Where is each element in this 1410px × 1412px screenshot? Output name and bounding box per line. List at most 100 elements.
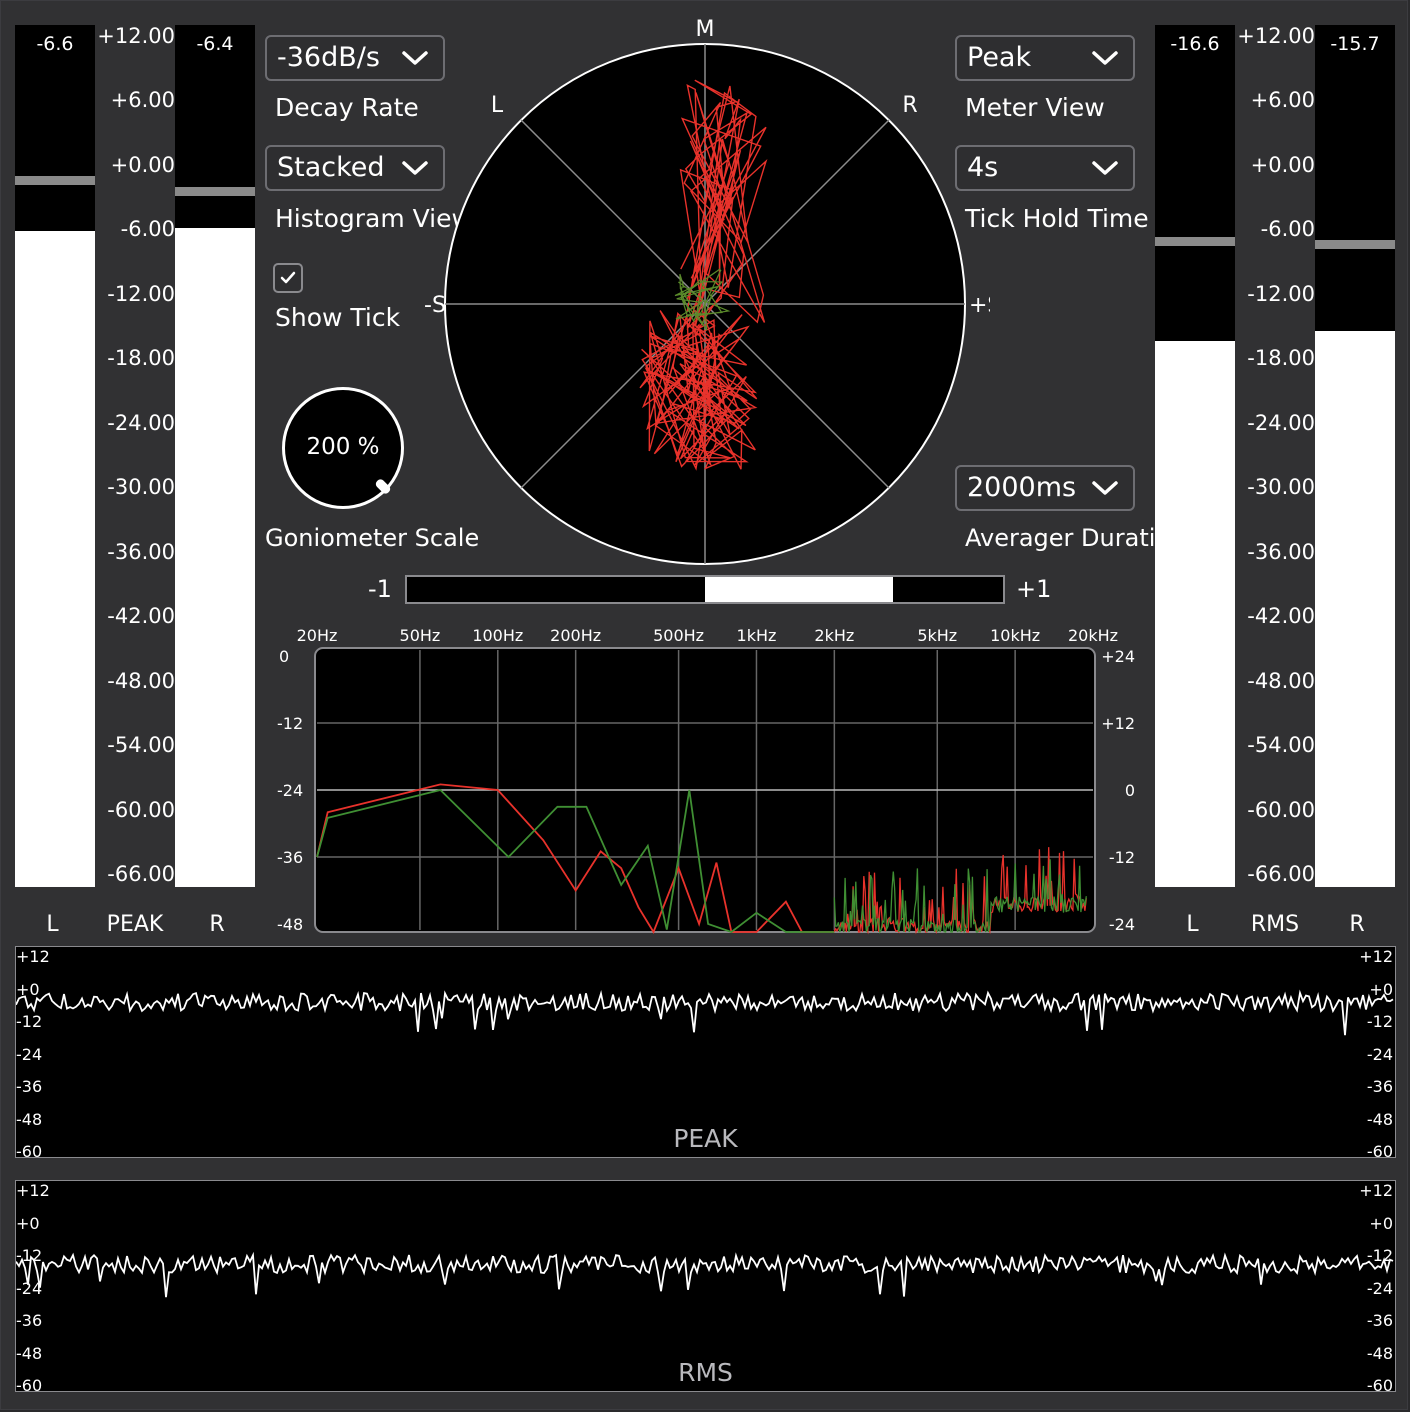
peak-meter-right-value: -6.4: [196, 33, 234, 55]
goniometer-label-pos-s: +S: [969, 293, 990, 318]
scale-tick-label: -30.00: [107, 475, 175, 500]
history-axis-label-left: -24: [16, 1278, 43, 1298]
spectrum-freq-label: 500Hz: [653, 626, 704, 645]
history-axis-label-right: -24: [1366, 1278, 1393, 1298]
history-axis-label-left: -36: [16, 1311, 43, 1330]
rms-meter-scale: +12.00 +6.00 +0.00 -6.00 -12.00 -18.00 -24.00 -…: [1235, 24, 1315, 887]
peak-meter-right-hold-tick: [175, 186, 255, 196]
history-axis-label-left: -12: [16, 1246, 43, 1265]
tick-hold-time-label: Tick Hold Time: [965, 204, 1149, 233]
history-axis-label-right: +0: [1369, 1213, 1393, 1233]
show-tick-label: Show Tick: [275, 303, 401, 332]
rms-meter-left-fill: [1155, 341, 1235, 887]
histogram-view-dropdown[interactable]: Stacked: [265, 145, 445, 191]
correlation-meter-fill: [705, 577, 893, 602]
peak-right-channel-label: R: [209, 912, 225, 937]
spectrum-freq-label: 2kHz: [814, 626, 854, 645]
spectrum-left-axis-label: -48: [277, 915, 303, 934]
history-axis-label-left: +12: [16, 1181, 50, 1200]
history-axis-label-left: -36: [16, 1077, 43, 1096]
history-axis-label-left: -12: [16, 1012, 43, 1031]
decay-rate-value: -36dB/s: [277, 42, 380, 73]
history-axis-label-right: -24: [1366, 1044, 1393, 1064]
peak-meter-scale: +12.00 +6.00 +0.00 -6.00 -12.00 -18.00 -24.00 -…: [95, 24, 175, 887]
spectrum-freq-label: 10kHz: [990, 626, 1040, 645]
scale-tick-label: -48.00: [107, 668, 175, 693]
scale-tick-label: -66.00: [1247, 862, 1315, 886]
peak-meter-left-fill: [15, 230, 95, 887]
scale-tick-label: +0.00: [110, 152, 175, 177]
scale-tick-label: -12.00: [107, 281, 175, 306]
spectrum-freq-label: 20kHz: [1068, 626, 1118, 645]
rms-history-title: RMS: [678, 1358, 733, 1387]
scale-tick-label: +12.00: [97, 24, 175, 48]
scale-tick-label: +6.00: [110, 88, 175, 113]
rms-left-channel-label: L: [1186, 912, 1199, 937]
spectrum-freq-label: 5kHz: [917, 626, 957, 645]
goniometer-label-r: R: [902, 93, 917, 118]
show-tick-checkbox[interactable]: [273, 263, 303, 293]
scale-tick-label: -54.00: [1247, 733, 1315, 758]
spectrum-freq-label: 100Hz: [472, 626, 523, 645]
spectrum-right-axis-label: +12: [1101, 714, 1135, 733]
peak-meter-right-fill: [175, 228, 255, 887]
goniometer-label-neg-s: -S: [424, 293, 446, 318]
history-trace-line: [16, 989, 1394, 1036]
peak-meter-left-value: -6.6: [36, 33, 74, 55]
spectrum-freq-label: 50Hz: [400, 626, 441, 645]
scale-tick-label: -60.00: [1247, 797, 1315, 822]
scale-tick-label: +0.00: [1250, 152, 1315, 177]
rms-meter-left-hold-tick: [1155, 236, 1235, 246]
correlation-max-label: +1: [1016, 575, 1052, 603]
scale-tick-label: +6.00: [1250, 88, 1315, 113]
scale-tick-label: -54.00: [107, 733, 175, 758]
rms-meter-left-value: -16.6: [1170, 33, 1220, 55]
chevron-down-icon: [1092, 51, 1118, 65]
rms-right-channel-label: R: [1349, 912, 1365, 937]
peak-history-graph: +12 +12 +0 +0 -12 -12 -24 -24 -36 -36 -48 -48 -60 -60…: [15, 946, 1396, 1161]
scale-tick-label: -18.00: [1247, 346, 1315, 371]
rms-history-graph: +12 +12 +0 +0 -12 -12 -24 -24 -36 -36 -48 -48 -60 -60…: [15, 1180, 1396, 1395]
scale-tick-label: -36.00: [107, 539, 175, 564]
scale-tick-label: -6.00: [1260, 217, 1315, 242]
scale-tick-label: -30.00: [1247, 475, 1315, 500]
scale-tick-label: -24.00: [1247, 410, 1315, 435]
spectrum-freq-label: 200Hz: [550, 626, 601, 645]
decay-rate-label: Decay Rate: [275, 93, 419, 122]
rms-scale-label: RMS: [1250, 912, 1300, 937]
spectrum-right-axis-label: -24: [1109, 915, 1135, 934]
chevron-down-icon: [1092, 161, 1118, 175]
scale-tick-label: -60.00: [107, 797, 175, 822]
goniometer-scale-knob[interactable]: 200 %: [282, 387, 404, 509]
spectrum-left-axis-label: 0: [279, 647, 289, 666]
rms-meter-left-bar: -16.6: [1155, 25, 1235, 887]
rms-meter-right-bar: -15.7: [1315, 25, 1395, 887]
history-axis-label-left: +12: [16, 947, 50, 966]
spectrum-freq-label: 20Hz: [297, 626, 338, 645]
history-axis-label-right: +0: [1369, 979, 1393, 999]
scale-tick-label: -18.00: [107, 346, 175, 371]
peak-meter-right-bar: -6.4: [175, 25, 255, 887]
spectrum-right-axis-label: +24: [1101, 647, 1135, 666]
goniometer-label-l: L: [491, 93, 504, 118]
rms-meter-right-value: -15.7: [1330, 33, 1380, 55]
scale-tick-label: -42.00: [107, 604, 175, 629]
history-axis-label-left: +0: [16, 1213, 40, 1233]
goniometer-display: M L R -S +S: [424, 17, 990, 565]
chevron-down-icon: [1092, 481, 1118, 495]
scale-tick-label: -36.00: [1247, 539, 1315, 564]
goniometer-label-m: M: [696, 17, 715, 42]
spectrum-analyzer: 20Hz 50Hz 100Hz 200Hz 500Hz 1kHz 2kHz 5kHz 10kHz…: [277, 626, 1135, 935]
scale-tick-label: -66.00: [107, 862, 175, 886]
scale-tick-label: -24.00: [107, 410, 175, 435]
peak-scale-label: PEAK: [106, 912, 164, 937]
decay-rate-dropdown[interactable]: -36dB/s: [265, 35, 445, 81]
history-axis-label-left: +0: [16, 979, 40, 999]
goniometer-scale-value: 200 %: [306, 434, 380, 460]
spectrum-right-axis-label: 0: [1125, 781, 1135, 800]
scale-tick-label: +12.00: [1237, 24, 1315, 48]
spectrum-left-axis-label: -24: [277, 781, 303, 800]
histogram-view-value: Stacked: [277, 152, 385, 183]
spectrum-freq-label: 1kHz: [737, 626, 777, 645]
correlation-min-label: -1: [368, 575, 392, 603]
